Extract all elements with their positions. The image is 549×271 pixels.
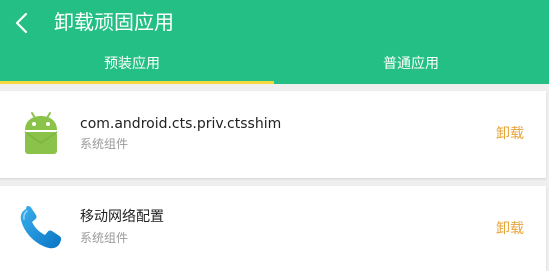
android-robot-icon xyxy=(24,112,58,154)
selected-tab-indicator xyxy=(0,81,274,84)
chevron-left-icon xyxy=(15,12,28,34)
uninstall-button[interactable]: 卸载 xyxy=(496,220,524,238)
phone-handset-icon xyxy=(20,205,62,249)
app-name: 移动网络配置 xyxy=(80,209,164,225)
app-category: 系统组件 xyxy=(80,231,129,245)
uninstall-button[interactable]: 卸载 xyxy=(496,125,524,143)
app-name: com.android.cts.priv.ctsshim xyxy=(80,116,282,132)
page-title: 卸载顽固应用 xyxy=(54,10,174,34)
tab-normal-apps[interactable]: 普通应用 xyxy=(383,54,439,74)
app-list-item: 移动网络配置 系统组件 卸载 xyxy=(0,186,546,271)
back-button[interactable] xyxy=(8,8,38,38)
app-list-item: com.android.cts.priv.ctsshim 系统组件 卸载 xyxy=(0,91,546,178)
app-header: 卸载顽固应用 预装应用 普通应用 xyxy=(0,0,549,84)
tab-preinstalled-apps[interactable]: 预装应用 xyxy=(104,54,160,74)
app-category: 系统组件 xyxy=(80,137,129,151)
